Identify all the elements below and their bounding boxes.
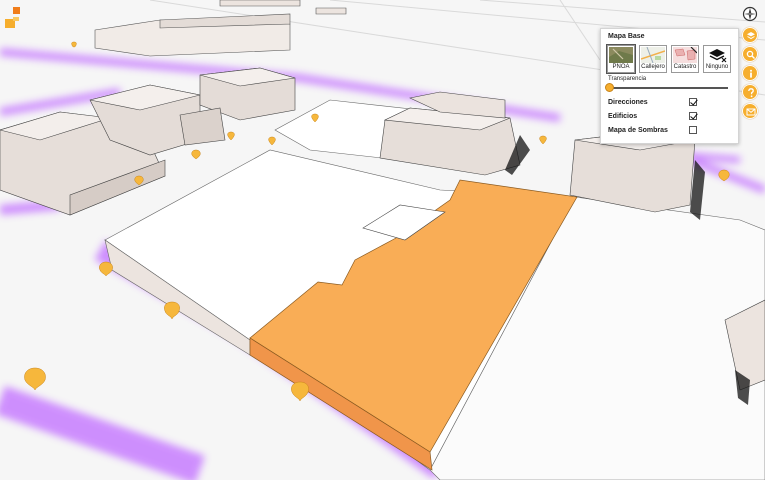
app-logo-icon (5, 7, 20, 28)
basemap-option-catastro[interactable]: Catastro (671, 45, 699, 73)
layer-label: Edificios (608, 113, 638, 120)
help-icon (748, 88, 754, 98)
layers-none-icon (705, 47, 729, 63)
search-icon (746, 50, 755, 59)
transparency-label: Transparencia (608, 76, 647, 82)
basemap-option-pnoa[interactable]: PNOA (606, 44, 636, 74)
basemap-label: PNOA (612, 64, 630, 70)
direcciones-checkbox[interactable] (689, 98, 697, 106)
layer-row-mapa-de-sombras: Mapa de Sombras (608, 126, 734, 138)
compass-icon[interactable] (742, 6, 758, 22)
basemap-option-ninguno[interactable]: Ninguno (703, 45, 731, 73)
basemap-label: Callejero (641, 64, 665, 70)
cadastre-thumbnail-icon (673, 47, 697, 63)
transparency-slider-track[interactable] (610, 87, 728, 89)
info-icon (750, 69, 752, 78)
layer-label: Direcciones (608, 99, 648, 106)
help-button[interactable] (742, 84, 758, 100)
info-button[interactable] (742, 65, 758, 81)
basemap-label: Ninguno (705, 64, 729, 70)
mail-icon (746, 108, 756, 116)
layer-row-edificios: Edificios (608, 112, 734, 124)
basemap-panel-title: Mapa Base (608, 33, 645, 40)
edificios-checkbox[interactable] (689, 112, 697, 120)
basemap-panel: Mapa Base PNOA Callejero Catastro Ningun… (600, 28, 739, 144)
search-button[interactable] (742, 46, 758, 62)
layer-row-direcciones: Direcciones (608, 98, 734, 110)
mail-button[interactable] (742, 103, 758, 119)
layers-icon (747, 32, 755, 40)
transparency-slider-handle[interactable] (605, 83, 614, 92)
basemap-label: Catastro (673, 64, 697, 70)
layers-button[interactable] (742, 27, 758, 43)
basemap-option-callejero[interactable]: Callejero (639, 45, 667, 73)
basemap-options: PNOA Callejero Catastro Ninguno (606, 44, 733, 74)
layer-label: Mapa de Sombras (608, 127, 668, 134)
street-map-thumbnail-icon (641, 47, 665, 63)
mapa-de-sombras-checkbox[interactable] (689, 126, 697, 134)
aerial-thumbnail-icon (609, 47, 633, 63)
